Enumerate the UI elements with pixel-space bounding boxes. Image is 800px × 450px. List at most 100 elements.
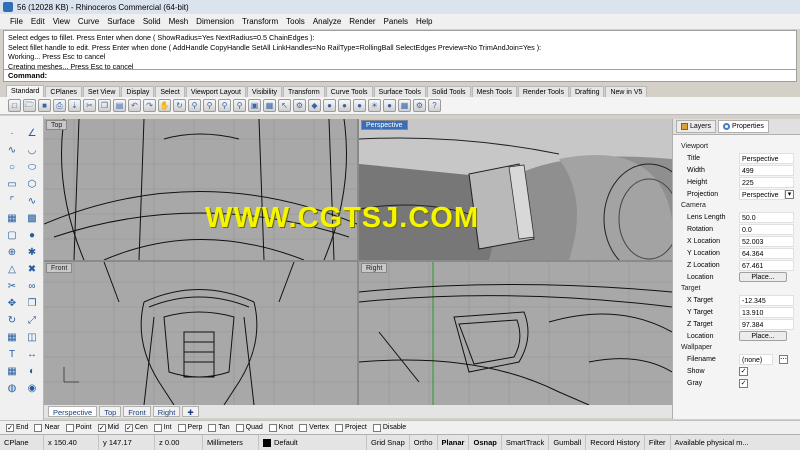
- rotate-icon[interactable]: ↻: [173, 99, 186, 112]
- fillet-icon[interactable]: ⌜: [4, 194, 20, 209]
- target-value[interactable]: 13.910: [739, 306, 794, 318]
- status-ortho[interactable]: Ortho: [410, 434, 438, 450]
- osnap-checkbox[interactable]: [235, 423, 244, 432]
- osnap-checkbox[interactable]: [177, 423, 186, 432]
- menu-item-surface[interactable]: Surface: [103, 17, 139, 26]
- copy-icon[interactable]: ❐: [98, 99, 111, 112]
- rendered-icon[interactable]: ●: [338, 99, 351, 112]
- offset-icon[interactable]: ∿: [24, 194, 40, 209]
- import-icon[interactable]: ⇣: [68, 99, 81, 112]
- cut-icon[interactable]: ✂: [83, 99, 96, 112]
- tab-properties[interactable]: Properties: [718, 120, 769, 133]
- toolbar-tab-select[interactable]: Select: [155, 86, 185, 97]
- status-smarttrack[interactable]: SmartTrack: [502, 434, 550, 450]
- status-layer[interactable]: Default: [259, 434, 367, 450]
- toolbar-tab-surface-tools[interactable]: Surface Tools: [373, 86, 426, 97]
- mirror-icon[interactable]: ◫: [24, 330, 40, 345]
- osnap-disable[interactable]: Disable: [372, 423, 406, 432]
- osnap-tan[interactable]: Tan: [208, 423, 230, 432]
- viewport-label-top[interactable]: Top: [46, 120, 68, 130]
- camera-value[interactable]: 67.461: [739, 259, 794, 271]
- analyze-icon[interactable]: ◍: [4, 381, 20, 396]
- circle-icon[interactable]: ○: [4, 160, 20, 175]
- menu-item-curve[interactable]: Curve: [74, 17, 103, 26]
- osnap-checkbox[interactable]: ✓: [124, 423, 133, 432]
- rectangle-icon[interactable]: ▭: [4, 177, 20, 192]
- osnap-checkbox[interactable]: [335, 423, 344, 432]
- toolbar-tab-mesh-tools[interactable]: Mesh Tools: [471, 86, 517, 97]
- layer-icon[interactable]: ▦: [263, 99, 276, 112]
- toolbar-tab-cplanes[interactable]: CPlanes: [45, 86, 82, 97]
- status-cplane[interactable]: CPlane: [0, 434, 44, 450]
- explode-icon[interactable]: ✱: [24, 245, 40, 260]
- sphere-icon[interactable]: ●: [24, 228, 40, 243]
- pan-icon[interactable]: ✋: [158, 99, 171, 112]
- toolbar-tab-transform[interactable]: Transform: [283, 86, 325, 97]
- viewport-label-right[interactable]: Right: [361, 263, 388, 273]
- group-icon[interactable]: ▦: [4, 364, 20, 379]
- viewport-tab-top[interactable]: Top: [99, 406, 122, 417]
- curve-icon[interactable]: ∿: [4, 143, 20, 158]
- open-icon[interactable]: 🗁: [23, 99, 36, 112]
- join-icon[interactable]: ∞: [24, 279, 40, 294]
- save-icon[interactable]: ■: [38, 99, 51, 112]
- target-value[interactable]: -12.345: [739, 294, 794, 306]
- text-icon[interactable]: T: [4, 347, 20, 362]
- extrude-icon[interactable]: ▩: [24, 211, 40, 226]
- viewport-value[interactable]: 499: [739, 164, 794, 176]
- menu-item-tools[interactable]: Tools: [282, 17, 309, 26]
- toolbar-tab-drafting[interactable]: Drafting: [569, 86, 605, 97]
- status-units[interactable]: Millimeters: [203, 434, 259, 450]
- menu-item-edit[interactable]: Edit: [27, 17, 49, 26]
- toolbar-tab-display[interactable]: Display: [121, 86, 155, 97]
- add-viewport-tab-icon[interactable]: ✚: [182, 406, 199, 417]
- toolbar-tab-solid-tools[interactable]: Solid Tools: [426, 86, 471, 97]
- zoom-dynamic-icon[interactable]: ⚲: [188, 99, 201, 112]
- mesh-icon[interactable]: △: [4, 262, 20, 277]
- osnap-perp[interactable]: Perp: [177, 423, 202, 432]
- menu-item-view[interactable]: View: [49, 17, 74, 26]
- split-icon[interactable]: ✖: [24, 262, 40, 277]
- array-icon[interactable]: ▦: [4, 330, 20, 345]
- print-icon[interactable]: ⎙: [53, 99, 66, 112]
- osnap-checkbox[interactable]: [208, 423, 217, 432]
- target-place-button[interactable]: Place...: [739, 331, 787, 341]
- osnap-checkbox[interactable]: [372, 423, 381, 432]
- viewport-tab-right[interactable]: Right: [152, 406, 181, 417]
- status-filter[interactable]: Filter: [645, 434, 671, 450]
- osnap-checkbox[interactable]: [34, 423, 43, 432]
- move-icon[interactable]: ✥: [4, 296, 20, 311]
- menu-item-analyze[interactable]: Analyze: [309, 17, 345, 26]
- toolbar-tab-visibility[interactable]: Visibility: [246, 86, 283, 97]
- copy-tool-icon[interactable]: ❐: [24, 296, 40, 311]
- command-prompt[interactable]: Command:: [3, 70, 797, 82]
- arc-icon[interactable]: ◡: [24, 143, 40, 158]
- zoom-window-icon[interactable]: ⚲: [203, 99, 216, 112]
- camera-value[interactable]: 64.364: [739, 247, 794, 259]
- osnap-vertex[interactable]: Vertex: [299, 423, 329, 432]
- scale-icon[interactable]: ⤢: [24, 313, 40, 328]
- undo-icon[interactable]: ↶: [128, 99, 141, 112]
- wallpaper-show-checkbox[interactable]: ✓: [739, 366, 748, 376]
- light-icon[interactable]: ☀: [368, 99, 381, 112]
- osnap-int[interactable]: Int: [153, 423, 172, 432]
- viewport-value[interactable]: 225: [739, 176, 794, 188]
- toolbar-tab-standard[interactable]: Standard: [6, 85, 45, 97]
- viewport-value[interactable]: Perspective: [739, 152, 794, 164]
- view-icon[interactable]: ▣: [248, 99, 261, 112]
- help-icon[interactable]: ?: [428, 99, 441, 112]
- menu-item-solid[interactable]: Solid: [139, 17, 165, 26]
- trim-icon[interactable]: ✂: [4, 279, 20, 294]
- render-tool-icon[interactable]: ◉: [24, 381, 40, 396]
- viewport-label-front[interactable]: Front: [46, 263, 73, 273]
- redo-icon[interactable]: ↷: [143, 99, 156, 112]
- menu-item-mesh[interactable]: Mesh: [165, 17, 193, 26]
- osnap-mid[interactable]: ✓ Mid: [97, 423, 119, 432]
- osnap-quad[interactable]: Quad: [235, 423, 263, 432]
- status-record-history[interactable]: Record History: [586, 434, 645, 450]
- menu-item-panels[interactable]: Panels: [380, 17, 412, 26]
- properties-icon[interactable]: ⚙: [293, 99, 306, 112]
- menu-item-file[interactable]: File: [6, 17, 27, 26]
- wallpaper-gray-checkbox[interactable]: ✓: [739, 378, 748, 388]
- osnap-point[interactable]: Point: [65, 423, 92, 432]
